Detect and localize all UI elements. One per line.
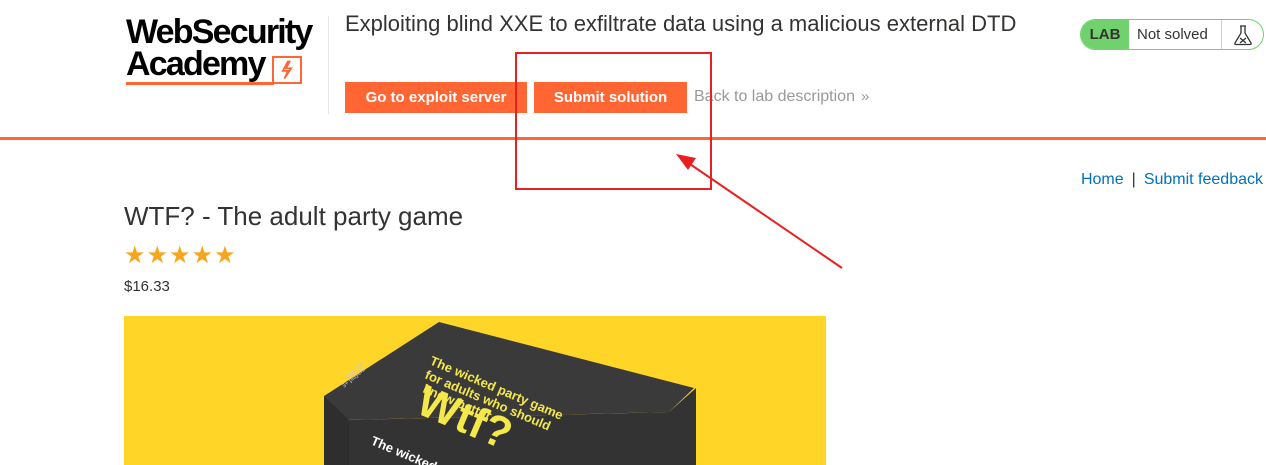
logo-underline [126,82,274,85]
top-nav: Home | Submit feedback [1081,171,1263,189]
web-security-academy-logo[interactable]: WebSecurity Academy [126,13,326,92]
home-link[interactable]: Home [1081,171,1124,188]
submit-feedback-link[interactable]: Submit feedback [1144,171,1263,188]
lab-status-text: Not solved [1137,26,1208,43]
back-link-label: Back to lab description [694,88,855,105]
product-title: WTF? - The adult party game [124,201,464,231]
go-to-exploit-server-button[interactable]: Go to exploit server [345,82,527,113]
lab-badge: LAB [1081,20,1129,49]
star-rating: ★★★★★ [124,242,237,269]
double-chevron-right-icon: » [860,88,870,105]
flask-icon [1234,25,1252,46]
header-divider [328,16,329,114]
product-image: The wicked party game for adults who sho… [124,316,826,465]
annotation-highlight-box [515,52,712,190]
product-price: $16.33 [124,278,170,295]
lab-title: Exploiting blind XXE to exfiltrate data … [345,11,1017,36]
status-divider [1221,20,1222,49]
logo-text-line1: WebSecurity [126,13,313,51]
lab-status-widget: LAB Not solved [1080,19,1264,50]
back-to-lab-description-link[interactable]: Back to lab description » [694,88,869,106]
logo-bolt-icon [272,56,302,84]
nav-separator: | [1131,171,1136,188]
product-box-illustration: The wicked party game for adults who sho… [324,322,696,465]
